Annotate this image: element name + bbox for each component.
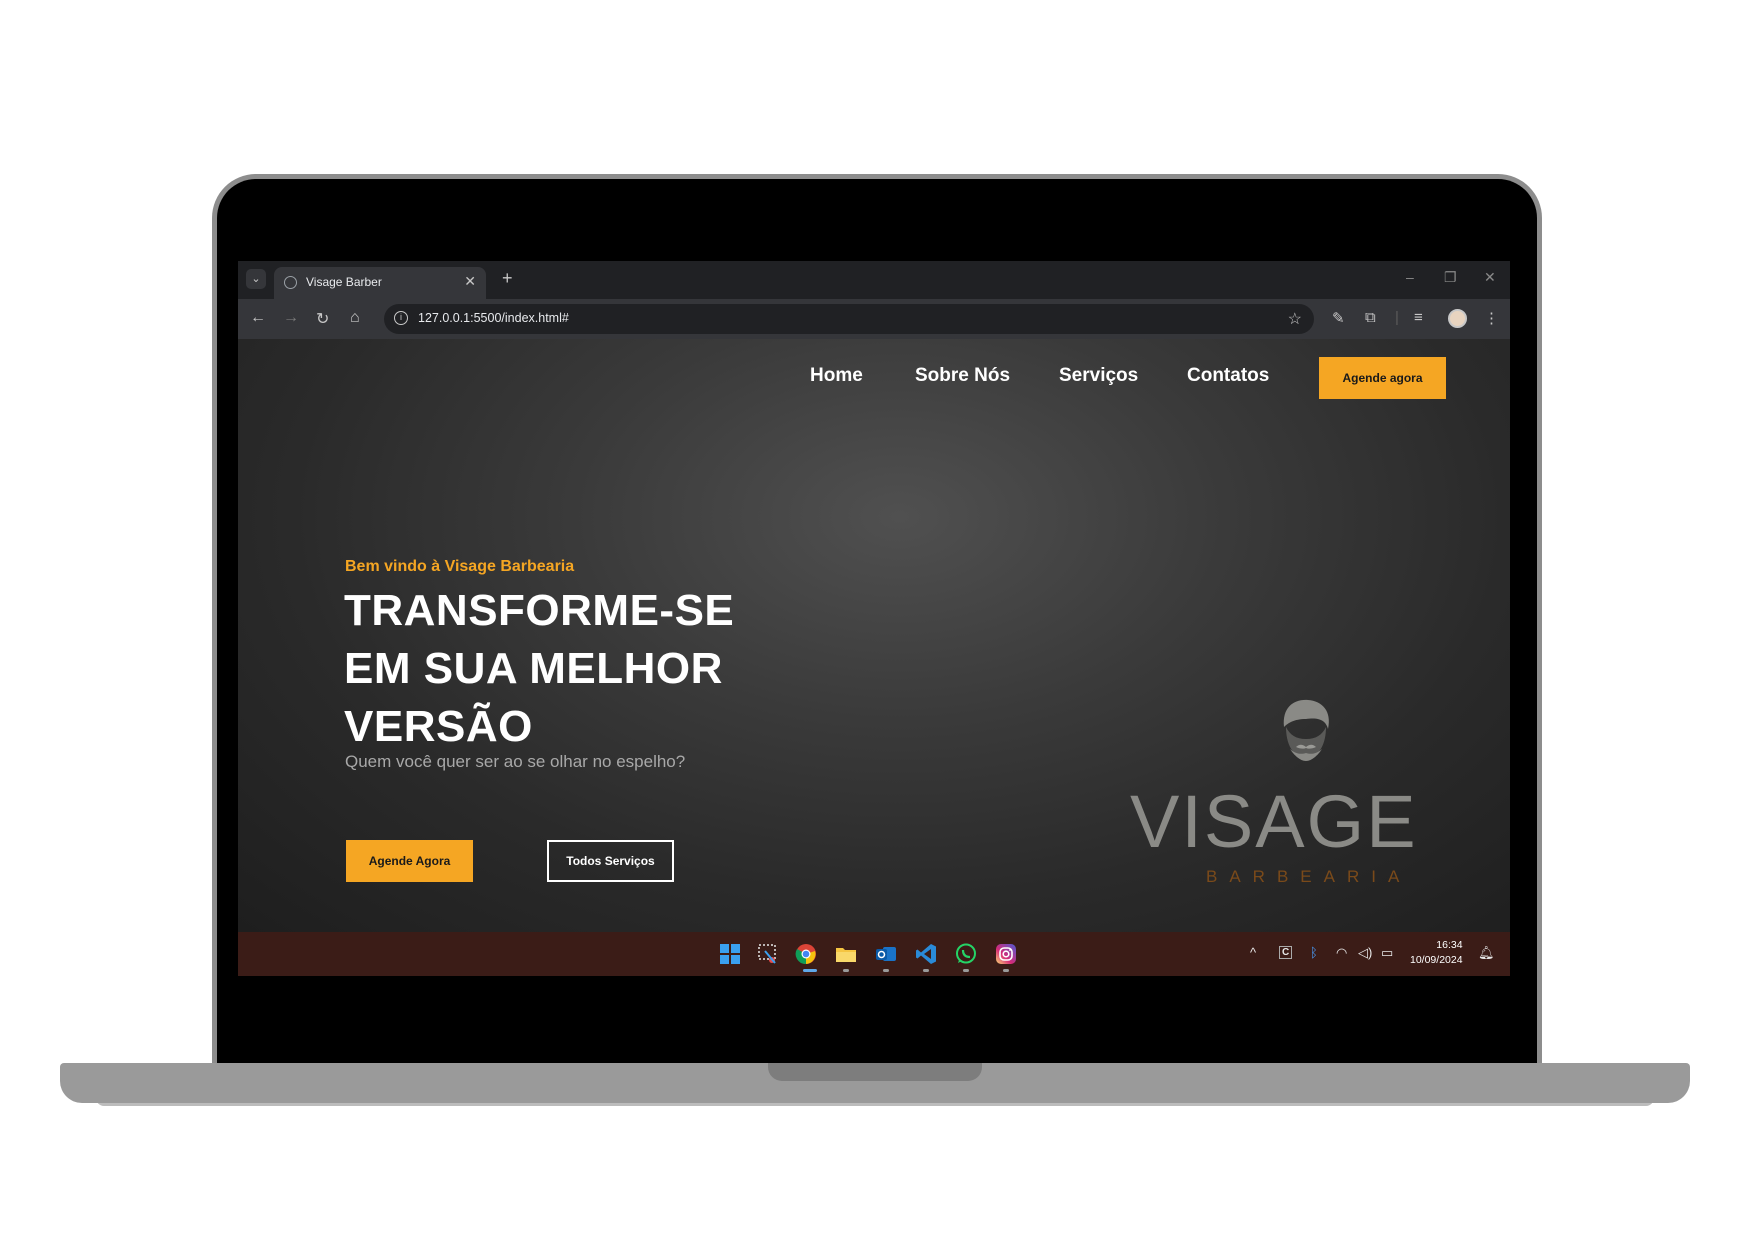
nav-schedule-button[interactable]: Agende agora bbox=[1319, 357, 1446, 399]
new-tab-icon[interactable]: + bbox=[502, 268, 513, 289]
more-menu-icon[interactable]: ⋮ bbox=[1484, 309, 1499, 327]
close-tab-icon[interactable]: ✕ bbox=[464, 273, 476, 290]
vscode-icon[interactable] bbox=[915, 943, 937, 965]
website-hero: Home Sobre Nós Serviços Contatos Agende … bbox=[238, 339, 1510, 932]
back-arrow-icon[interactable]: ← bbox=[250, 309, 266, 327]
notification-bell-icon[interactable]: 🔔︎ bbox=[1478, 945, 1495, 961]
welcome-text: Bem vindo à Visage Barbearia bbox=[345, 558, 575, 575]
all-services-button[interactable]: Todos Serviços bbox=[547, 840, 674, 882]
extensions-puzzle-icon[interactable]: ⧉ bbox=[1365, 309, 1376, 326]
toolbar-divider: | bbox=[1395, 309, 1399, 326]
laptop-notch bbox=[768, 1063, 982, 1081]
site-info-icon[interactable]: i bbox=[394, 311, 408, 325]
clock-date: 10/09/2024 bbox=[1410, 954, 1463, 966]
windows-taskbar: ^ C ᛒ ◠ ◁) ▭ 16:34 10/09/2024 🔔︎ bbox=[238, 932, 1510, 976]
hero-headline: TRANSFORME-SE EM SUA MELHOR VERSÃO bbox=[344, 586, 735, 751]
reload-icon[interactable]: ↻ bbox=[316, 309, 329, 329]
pen-icon[interactable]: ✎ bbox=[1332, 309, 1345, 327]
media-queue-icon[interactable]: ≡ bbox=[1414, 309, 1423, 326]
whatsapp-icon[interactable] bbox=[955, 943, 977, 965]
tray-app-icon[interactable]: C bbox=[1279, 946, 1293, 959]
forward-arrow-icon[interactable]: → bbox=[283, 309, 299, 327]
schedule-now-button[interactable]: Agende Agora bbox=[346, 840, 473, 882]
taskbar-clock[interactable]: 16:34 10/09/2024 bbox=[1410, 938, 1463, 968]
browser-toolbar: ← → ↻ ⌂ i 127.0.0.1:5500/index.html# ☆ ✎… bbox=[238, 299, 1510, 339]
nav-contacts-link[interactable]: Contatos bbox=[1187, 365, 1269, 387]
volume-icon[interactable]: ◁) bbox=[1358, 945, 1372, 961]
tab-search-chevron-icon[interactable]: ⌄ bbox=[246, 269, 266, 289]
globe-icon bbox=[284, 276, 297, 289]
bluetooth-icon[interactable]: ᛒ bbox=[1310, 945, 1318, 960]
laptop-screen: ⌄ Visage Barber ✕ + – ❐ ✕ ← → ↻ ⌂ i 127.… bbox=[238, 261, 1510, 976]
vscode-running-indicator bbox=[923, 969, 929, 972]
restore-icon[interactable]: ❐ bbox=[1444, 269, 1457, 286]
instagram-running-indicator bbox=[1003, 969, 1009, 972]
bookmark-star-icon[interactable]: ☆ bbox=[1288, 309, 1302, 329]
windows-start-icon[interactable] bbox=[719, 943, 741, 965]
browser-tab[interactable]: Visage Barber ✕ bbox=[274, 267, 486, 299]
tab-title: Visage Barber bbox=[306, 275, 382, 289]
url-text: 127.0.0.1:5500/index.html# bbox=[418, 311, 569, 325]
show-hidden-icons-chevron-icon[interactable]: ^ bbox=[1250, 945, 1256, 960]
whatsapp-running-indicator bbox=[963, 969, 969, 972]
nav-home-link[interactable]: Home bbox=[810, 365, 863, 387]
snipping-tool-icon[interactable] bbox=[757, 943, 779, 965]
outlook-icon[interactable] bbox=[875, 943, 897, 965]
explorer-running-indicator bbox=[843, 969, 849, 972]
home-icon[interactable]: ⌂ bbox=[350, 309, 360, 327]
address-bar[interactable]: i 127.0.0.1:5500/index.html# ☆ bbox=[384, 304, 1314, 334]
nav-services-link[interactable]: Serviços bbox=[1059, 365, 1138, 387]
hero-subtitle: Quem você quer ser ao se olhar no espelh… bbox=[345, 752, 686, 771]
browser-tab-bar: ⌄ Visage Barber ✕ + – ❐ ✕ bbox=[238, 261, 1510, 299]
clock-time: 16:34 bbox=[1436, 939, 1463, 951]
minimize-icon[interactable]: – bbox=[1406, 269, 1414, 285]
nav-about-link[interactable]: Sobre Nós bbox=[915, 365, 1010, 387]
outlook-running-indicator bbox=[883, 969, 889, 972]
file-explorer-icon[interactable] bbox=[835, 943, 857, 965]
chrome-icon[interactable] bbox=[795, 943, 817, 965]
chrome-active-indicator bbox=[803, 969, 817, 972]
close-window-icon[interactable]: ✕ bbox=[1484, 269, 1496, 286]
barber-face-logo-icon bbox=[1283, 699, 1329, 761]
wifi-icon[interactable]: ◠ bbox=[1336, 945, 1347, 961]
profile-avatar[interactable] bbox=[1448, 309, 1467, 328]
barbearia-logo-text: BARBEARIA bbox=[1206, 867, 1412, 886]
instagram-icon[interactable] bbox=[995, 943, 1017, 965]
visage-logo-text: VISAGE bbox=[1130, 780, 1418, 863]
battery-icon[interactable]: ▭ bbox=[1381, 945, 1393, 961]
